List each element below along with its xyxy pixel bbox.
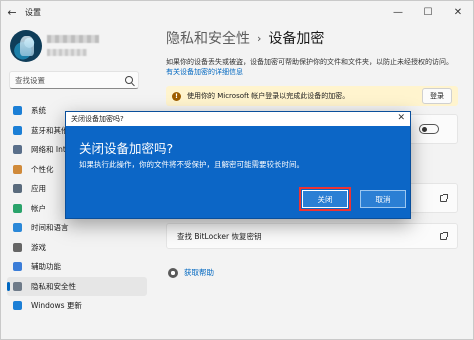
brush-icon xyxy=(13,164,22,174)
sidebar-item[interactable]: 隐私和安全性 xyxy=(7,276,147,296)
search-input[interactable]: 查找设置 xyxy=(9,71,139,89)
sidebar-item-label: 隐私和安全性 xyxy=(31,281,76,291)
sidebar-item-label: 时间和语言 xyxy=(31,223,69,233)
sidebar-item[interactable]: Windows 更新 xyxy=(7,296,147,316)
dialog-close-button[interactable]: ✕ xyxy=(397,113,405,123)
breadcrumb: 隐私和安全性 › 设备加密 xyxy=(166,28,324,48)
account-icon xyxy=(13,203,22,213)
sidebar-item-label: 系统 xyxy=(31,106,46,116)
avatar[interactable] xyxy=(10,30,42,62)
bitlocker-recovery-card[interactable]: 查找 BitLocker 恢复密钥 xyxy=(166,223,458,249)
sidebar-item[interactable]: 时间和语言 xyxy=(7,218,147,238)
help-icon xyxy=(168,267,178,278)
get-help-link[interactable]: 获取帮助 xyxy=(168,267,214,278)
dialog-title-bar: 关闭设备加密吗? ✕ xyxy=(66,112,410,126)
sidebar-item-label: 游戏 xyxy=(31,242,46,252)
learn-more-link[interactable]: 有关设备加密的详细信息 xyxy=(166,67,243,77)
confirm-turn-off-button[interactable]: 关闭 xyxy=(299,187,351,211)
signin-banner: ! 使用你的 Microsoft 帐户登录以完成此设备的加密。 登录 xyxy=(166,86,458,106)
sidebar-item-label: 帐户 xyxy=(31,203,46,213)
monitor-icon xyxy=(13,106,22,116)
sidebar-item-label: 个性化 xyxy=(31,164,54,174)
user-name-redacted xyxy=(47,35,99,43)
minimize-button[interactable]: — xyxy=(383,1,413,23)
title-bar: ← 设置 — ☐ ✕ xyxy=(1,1,473,23)
globe-clock-icon xyxy=(13,223,22,233)
chevron-right-icon: › xyxy=(257,31,262,45)
accessibility-icon xyxy=(13,262,22,272)
dialog-title: 关闭设备加密吗? xyxy=(71,115,124,123)
bitlocker-recovery-label: 查找 BitLocker 恢复密钥 xyxy=(177,231,262,241)
cancel-button[interactable]: 取消 xyxy=(360,190,406,208)
user-email-redacted xyxy=(47,49,87,56)
bluetooth-icon xyxy=(13,125,22,135)
dialog-body: 如果执行此操作，你的文件将不受保护，且解密可能需要较长时间。 xyxy=(79,160,304,169)
settings-window: ← 设置 — ☐ ✕ 查找设置 系统 蓝牙和其他设备 网络和 Internet 个性化… xyxy=(0,0,474,340)
sidebar-item-label: 辅助功能 xyxy=(31,262,61,272)
get-help-label: 获取帮助 xyxy=(184,268,214,277)
close-button[interactable]: ✕ xyxy=(443,1,473,23)
back-button[interactable]: ← xyxy=(1,1,23,23)
apps-icon xyxy=(13,184,22,194)
external-link-icon xyxy=(440,193,448,202)
shield-icon xyxy=(13,281,22,291)
external-link-icon xyxy=(440,231,448,240)
encryption-toggle[interactable] xyxy=(419,124,439,134)
gamepad-icon xyxy=(13,242,22,252)
warning-icon: ! xyxy=(172,91,181,101)
app-title: 设置 xyxy=(25,7,41,17)
back-arrow-icon: ← xyxy=(7,5,17,19)
window-controls: — ☐ ✕ xyxy=(383,1,473,23)
signin-button[interactable]: 登录 xyxy=(422,88,452,104)
page-title: 设备加密 xyxy=(268,31,325,47)
dialog-heading: 关闭设备加密吗? xyxy=(79,141,174,156)
page-description: 如果你的设备丢失或被盗，设备加密可帮助保护你的文件和文件夹，以防止未经授权的访问… xyxy=(166,58,453,66)
maximize-button[interactable]: ☐ xyxy=(413,1,443,23)
search-icon[interactable] xyxy=(125,76,133,84)
turn-off-encryption-dialog: 关闭设备加密吗? ✕ 关闭设备加密吗? 如果执行此操作，你的文件将不受保护，且解… xyxy=(65,111,411,219)
breadcrumb-parent[interactable]: 隐私和安全性 xyxy=(166,28,250,48)
banner-text: 使用你的 Microsoft 帐户登录以完成此设备的加密。 xyxy=(187,92,350,100)
sidebar-item-label: 应用 xyxy=(31,184,46,194)
wifi-icon xyxy=(13,145,22,155)
sidebar-item[interactable]: 游戏 xyxy=(7,238,147,258)
sidebar-item-label: Windows 更新 xyxy=(31,301,82,311)
search-placeholder: 查找设置 xyxy=(15,75,45,85)
sidebar-item[interactable]: 辅助功能 xyxy=(7,257,147,277)
update-icon xyxy=(13,301,22,311)
